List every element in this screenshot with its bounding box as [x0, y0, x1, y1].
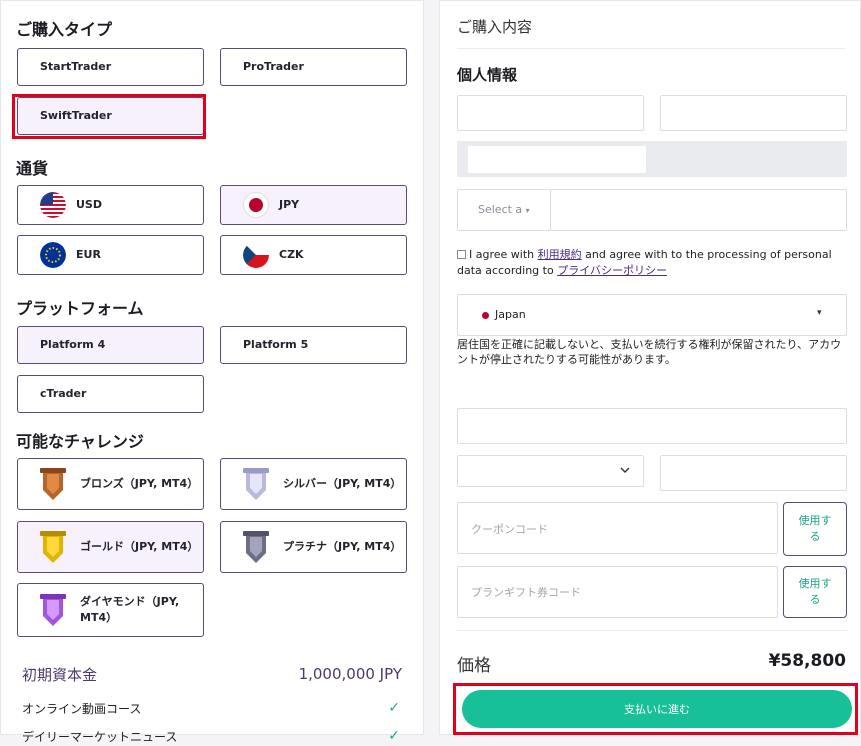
button-label: 使用する — [798, 514, 832, 543]
option-label: ブロンズ（JPY, MT4） — [80, 477, 199, 490]
option-label: cTrader — [40, 387, 87, 400]
feature-row: デイリーマーケットニュース ✓ — [22, 726, 402, 746]
option-label: USD — [76, 198, 102, 211]
platform-ctrader[interactable]: cTrader — [17, 375, 204, 413]
platform-4[interactable]: Platform 4 — [17, 326, 204, 364]
purchase-type-protrader[interactable]: ProTrader — [220, 48, 407, 86]
title-divider — [457, 48, 845, 49]
option-label: StartTrader — [40, 60, 112, 73]
option-label: CZK — [279, 248, 304, 261]
bronze-badge-icon — [40, 468, 66, 500]
option-label: JPY — [279, 198, 300, 211]
agree-checkbox[interactable] — [457, 250, 466, 259]
caret-down-icon: ▾ — [525, 206, 530, 215]
purchase-type-title: ご購入タイプ — [16, 20, 113, 39]
check-icon: ✓ — [388, 700, 400, 716]
platinum-badge-icon — [243, 531, 269, 563]
challenge-title: 可能なチャレンジ — [16, 432, 144, 451]
currency-jpy[interactable]: JPY — [220, 185, 407, 225]
platform-title: プラットフォーム — [16, 299, 144, 318]
initial-capital-label: 初期資本金 — [22, 665, 98, 684]
option-label: EUR — [76, 248, 101, 261]
currency-eur[interactable]: EUR — [17, 235, 204, 275]
privacy-policy-link[interactable]: プライバシーポリシー — [557, 264, 667, 277]
select-placeholder: Select a ▾ — [478, 203, 530, 216]
country-notice: 居住国を正確に記載しないと、支払いを続行する権利が保留されたり、アカウントが停止… — [457, 338, 842, 366]
address-input[interactable] — [457, 408, 847, 444]
region-select[interactable] — [457, 455, 644, 487]
challenge-bronze[interactable]: ブロンズ（JPY, MT4） — [17, 458, 204, 510]
feature-label: オンライン動画コース — [22, 701, 142, 716]
currency-usd[interactable]: USD — [17, 185, 204, 225]
last-name-input[interactable] — [660, 95, 847, 131]
personal-info-title: 個人情報 — [457, 66, 518, 84]
option-label: シルバー（JPY, MT4） — [283, 477, 402, 490]
pay-button-highlight-box — [453, 683, 858, 735]
option-label: ゴールド（JPY, MT4） — [80, 540, 199, 553]
phone-number-input[interactable] — [550, 189, 847, 231]
country-value: Japan — [495, 308, 526, 321]
select-placeholder-text: Select a — [478, 203, 523, 216]
postal-code-input[interactable] — [660, 455, 847, 491]
caret-down-icon: ▾ — [817, 308, 822, 318]
currency-czk[interactable]: CZK — [220, 235, 407, 275]
initial-capital-row: 初期資本金 1,000,000 JPY — [22, 662, 402, 686]
option-label: プラチナ（JPY, MT4） — [283, 540, 402, 553]
option-label: Platform 4 — [40, 338, 106, 351]
challenge-silver[interactable]: シルバー（JPY, MT4） — [220, 458, 407, 510]
diamond-badge-icon — [40, 594, 66, 626]
currency-title: 通貨 — [16, 159, 49, 178]
gold-badge-icon — [40, 531, 66, 563]
initial-capital-value: 1,000,000 JPY — [298, 665, 402, 683]
chevron-down-icon — [620, 467, 630, 473]
apply-gift-button[interactable]: 使用する — [783, 566, 847, 618]
check-icon: ✓ — [388, 728, 400, 744]
terms-link[interactable]: 利用規約 — [538, 248, 582, 261]
order-summary-title: ご購入内容 — [457, 18, 533, 36]
price-value: ¥58,800 — [768, 651, 846, 671]
agree-pre: I agree with — [469, 248, 538, 261]
japan-flag-icon — [243, 192, 269, 218]
gift-placeholder: プランギフト券コード — [471, 586, 581, 599]
challenge-gold[interactable]: ゴールド（JPY, MT4） — [17, 521, 204, 573]
japan-dot-icon — [482, 312, 489, 319]
feature-label: デイリーマーケットニュース — [22, 729, 178, 744]
option-label: Platform 5 — [243, 338, 309, 351]
price-label: 価格 — [457, 656, 491, 676]
platform-5[interactable]: Platform 5 — [220, 326, 407, 364]
option-label: ProTrader — [243, 60, 304, 73]
swifttrader-highlight-box — [12, 94, 206, 139]
challenge-diamond[interactable]: ダイヤモンド（JPY, MT4） — [17, 583, 204, 637]
button-label: 使用する — [798, 577, 832, 606]
price-divider — [457, 630, 847, 631]
agree-text: I agree with 利用規約 and agree with to the … — [457, 247, 837, 279]
email-value-box — [468, 146, 646, 173]
czech-flag-icon — [243, 242, 269, 268]
challenge-platinum[interactable]: プラチナ（JPY, MT4） — [220, 521, 407, 573]
apply-coupon-button[interactable]: 使用する — [783, 502, 847, 556]
feature-row: オンライン動画コース ✓ — [22, 698, 402, 718]
eu-flag-icon — [40, 242, 66, 268]
option-label: ダイヤモンド（JPY, MT4） — [80, 595, 180, 624]
first-name-input[interactable] — [457, 95, 644, 131]
usa-flag-icon — [40, 192, 66, 218]
purchase-type-starttrader[interactable]: StartTrader — [17, 48, 204, 86]
coupon-placeholder: クーポンコード — [471, 523, 548, 536]
silver-badge-icon — [243, 468, 269, 500]
